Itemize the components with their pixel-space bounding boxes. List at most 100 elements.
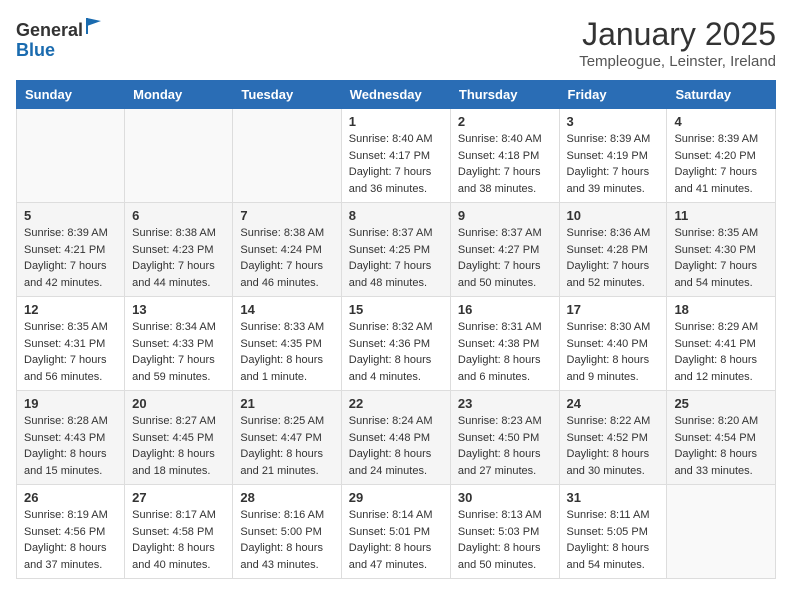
sunrise-text: Sunrise: 8:39 AM: [674, 133, 758, 145]
table-cell: 4 Sunrise: 8:39 AM Sunset: 4:20 PM Dayli…: [667, 109, 776, 203]
table-cell: 2 Sunrise: 8:40 AM Sunset: 4:18 PM Dayli…: [450, 109, 559, 203]
weekday-header-row: Sunday Monday Tuesday Wednesday Thursday…: [17, 81, 776, 109]
sunset-text: Sunset: 4:56 PM: [24, 526, 105, 538]
sunrise-text: Sunrise: 8:13 AM: [458, 509, 542, 521]
header-sunday: Sunday: [17, 81, 125, 109]
day-number: 23: [458, 396, 552, 411]
sunset-text: Sunset: 4:50 PM: [458, 432, 539, 444]
sunset-text: Sunset: 4:21 PM: [24, 244, 105, 256]
sunrise-text: Sunrise: 8:39 AM: [567, 133, 651, 145]
sunrise-text: Sunrise: 8:24 AM: [349, 415, 433, 427]
day-number: 9: [458, 208, 552, 223]
day-number: 2: [458, 114, 552, 129]
day-info: Sunrise: 8:20 AM Sunset: 4:54 PM Dayligh…: [674, 413, 768, 479]
calendar-table: Sunday Monday Tuesday Wednesday Thursday…: [16, 80, 776, 579]
sunset-text: Sunset: 4:40 PM: [567, 338, 648, 350]
sunset-text: Sunset: 4:30 PM: [674, 244, 755, 256]
daylight-text: Daylight: 8 hours and 4 minutes.: [349, 354, 432, 383]
location: Templeogue, Leinster, Ireland: [579, 53, 776, 70]
sunset-text: Sunset: 5:01 PM: [349, 526, 430, 538]
sunset-text: Sunset: 5:00 PM: [240, 526, 321, 538]
table-cell: 12 Sunrise: 8:35 AM Sunset: 4:31 PM Dayl…: [17, 297, 125, 391]
day-info: Sunrise: 8:39 AM Sunset: 4:21 PM Dayligh…: [24, 225, 117, 291]
day-info: Sunrise: 8:17 AM Sunset: 4:58 PM Dayligh…: [132, 507, 225, 573]
sunset-text: Sunset: 4:19 PM: [567, 150, 648, 162]
day-info: Sunrise: 8:38 AM Sunset: 4:23 PM Dayligh…: [132, 225, 225, 291]
day-info: Sunrise: 8:23 AM Sunset: 4:50 PM Dayligh…: [458, 413, 552, 479]
sunset-text: Sunset: 5:03 PM: [458, 526, 539, 538]
day-number: 6: [132, 208, 225, 223]
day-number: 27: [132, 490, 225, 505]
table-cell: 11 Sunrise: 8:35 AM Sunset: 4:30 PM Dayl…: [667, 203, 776, 297]
day-number: 16: [458, 302, 552, 317]
sunrise-text: Sunrise: 8:28 AM: [24, 415, 108, 427]
daylight-text: Daylight: 8 hours and 54 minutes.: [567, 542, 650, 571]
table-cell: 5 Sunrise: 8:39 AM Sunset: 4:21 PM Dayli…: [17, 203, 125, 297]
sunset-text: Sunset: 4:35 PM: [240, 338, 321, 350]
table-cell: [233, 109, 341, 203]
daylight-text: Daylight: 8 hours and 21 minutes.: [240, 448, 323, 477]
day-number: 21: [240, 396, 333, 411]
table-cell: 8 Sunrise: 8:37 AM Sunset: 4:25 PM Dayli…: [341, 203, 450, 297]
daylight-text: Daylight: 7 hours and 44 minutes.: [132, 260, 215, 289]
sunrise-text: Sunrise: 8:29 AM: [674, 321, 758, 333]
day-info: Sunrise: 8:40 AM Sunset: 4:17 PM Dayligh…: [349, 131, 443, 197]
day-info: Sunrise: 8:27 AM Sunset: 4:45 PM Dayligh…: [132, 413, 225, 479]
table-cell: 1 Sunrise: 8:40 AM Sunset: 4:17 PM Dayli…: [341, 109, 450, 203]
day-number: 20: [132, 396, 225, 411]
table-cell: 22 Sunrise: 8:24 AM Sunset: 4:48 PM Dayl…: [341, 391, 450, 485]
sunrise-text: Sunrise: 8:35 AM: [674, 227, 758, 239]
day-number: 29: [349, 490, 443, 505]
table-cell: [667, 485, 776, 579]
table-cell: 17 Sunrise: 8:30 AM Sunset: 4:40 PM Dayl…: [559, 297, 667, 391]
sunset-text: Sunset: 4:38 PM: [458, 338, 539, 350]
table-cell: 6 Sunrise: 8:38 AM Sunset: 4:23 PM Dayli…: [125, 203, 233, 297]
sunset-text: Sunset: 4:41 PM: [674, 338, 755, 350]
sunset-text: Sunset: 4:45 PM: [132, 432, 213, 444]
day-info: Sunrise: 8:33 AM Sunset: 4:35 PM Dayligh…: [240, 319, 333, 385]
sunrise-text: Sunrise: 8:22 AM: [567, 415, 651, 427]
sunset-text: Sunset: 4:18 PM: [458, 150, 539, 162]
day-info: Sunrise: 8:29 AM Sunset: 4:41 PM Dayligh…: [674, 319, 768, 385]
table-cell: 16 Sunrise: 8:31 AM Sunset: 4:38 PM Dayl…: [450, 297, 559, 391]
table-cell: 24 Sunrise: 8:22 AM Sunset: 4:52 PM Dayl…: [559, 391, 667, 485]
daylight-text: Daylight: 7 hours and 50 minutes.: [458, 260, 541, 289]
daylight-text: Daylight: 8 hours and 9 minutes.: [567, 354, 650, 383]
daylight-text: Daylight: 7 hours and 42 minutes.: [24, 260, 107, 289]
sunset-text: Sunset: 4:24 PM: [240, 244, 321, 256]
daylight-text: Daylight: 8 hours and 47 minutes.: [349, 542, 432, 571]
daylight-text: Daylight: 8 hours and 24 minutes.: [349, 448, 432, 477]
table-cell: 29 Sunrise: 8:14 AM Sunset: 5:01 PM Dayl…: [341, 485, 450, 579]
day-info: Sunrise: 8:30 AM Sunset: 4:40 PM Dayligh…: [567, 319, 660, 385]
sunset-text: Sunset: 4:20 PM: [674, 150, 755, 162]
daylight-text: Daylight: 8 hours and 33 minutes.: [674, 448, 757, 477]
sunrise-text: Sunrise: 8:37 AM: [349, 227, 433, 239]
table-cell: 30 Sunrise: 8:13 AM Sunset: 5:03 PM Dayl…: [450, 485, 559, 579]
table-cell: 23 Sunrise: 8:23 AM Sunset: 4:50 PM Dayl…: [450, 391, 559, 485]
sunset-text: Sunset: 4:48 PM: [349, 432, 430, 444]
daylight-text: Daylight: 8 hours and 30 minutes.: [567, 448, 650, 477]
day-number: 15: [349, 302, 443, 317]
daylight-text: Daylight: 7 hours and 41 minutes.: [674, 166, 757, 195]
week-row-3: 12 Sunrise: 8:35 AM Sunset: 4:31 PM Dayl…: [17, 297, 776, 391]
logo-blue-text: Blue: [16, 40, 55, 60]
sunrise-text: Sunrise: 8:33 AM: [240, 321, 324, 333]
sunset-text: Sunset: 4:43 PM: [24, 432, 105, 444]
daylight-text: Daylight: 7 hours and 59 minutes.: [132, 354, 215, 383]
day-info: Sunrise: 8:32 AM Sunset: 4:36 PM Dayligh…: [349, 319, 443, 385]
sunrise-text: Sunrise: 8:14 AM: [349, 509, 433, 521]
day-info: Sunrise: 8:39 AM Sunset: 4:20 PM Dayligh…: [674, 131, 768, 197]
day-info: Sunrise: 8:34 AM Sunset: 4:33 PM Dayligh…: [132, 319, 225, 385]
sunrise-text: Sunrise: 8:39 AM: [24, 227, 108, 239]
day-info: Sunrise: 8:24 AM Sunset: 4:48 PM Dayligh…: [349, 413, 443, 479]
daylight-text: Daylight: 8 hours and 37 minutes.: [24, 542, 107, 571]
sunrise-text: Sunrise: 8:38 AM: [132, 227, 216, 239]
day-info: Sunrise: 8:39 AM Sunset: 4:19 PM Dayligh…: [567, 131, 660, 197]
daylight-text: Daylight: 7 hours and 52 minutes.: [567, 260, 650, 289]
sunrise-text: Sunrise: 8:11 AM: [567, 509, 650, 521]
sunrise-text: Sunrise: 8:31 AM: [458, 321, 542, 333]
daylight-text: Daylight: 8 hours and 18 minutes.: [132, 448, 215, 477]
sunset-text: Sunset: 4:47 PM: [240, 432, 321, 444]
sunrise-text: Sunrise: 8:20 AM: [674, 415, 758, 427]
day-info: Sunrise: 8:13 AM Sunset: 5:03 PM Dayligh…: [458, 507, 552, 573]
